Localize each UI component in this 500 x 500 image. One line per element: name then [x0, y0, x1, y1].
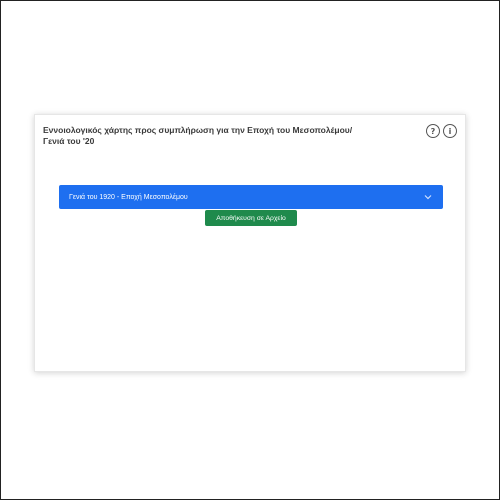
page-frame: Εννοιολογικός χάρτης προς συμπλήρωση για… — [0, 0, 500, 500]
help-icon[interactable]: ? — [426, 124, 440, 138]
generation-select-value: Γενιά του 1920 - Εποχή Μεσοπολέμου — [69, 193, 188, 201]
info-icon[interactable]: i — [443, 124, 457, 138]
generation-select[interactable]: Γενιά του 1920 - Εποχή Μεσοπολέμου — [59, 185, 443, 209]
save-to-file-button[interactable]: Αποθήκευση σε Αρχείο — [205, 210, 297, 226]
chevron-down-icon — [424, 195, 432, 200]
card-title: Εννοιολογικός χάρτης προς συμπλήρωση για… — [43, 125, 353, 146]
card-icon-group: ? i — [426, 124, 457, 138]
concept-map-card: Εννοιολογικός χάρτης προς συμπλήρωση για… — [34, 114, 466, 372]
